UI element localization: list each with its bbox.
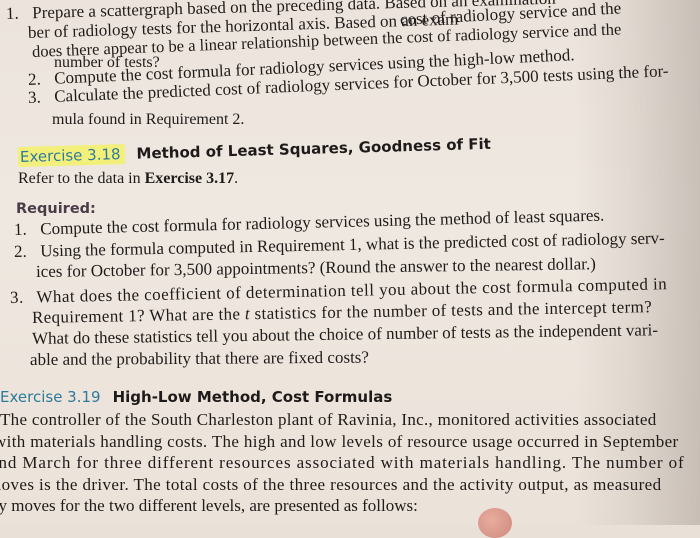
item-text: mula found in Requirement 2. <box>52 111 245 128</box>
item-number: 2. <box>13 241 27 261</box>
exercise-318-intro: Refer to the data in Exercise 3.17. <box>18 169 238 188</box>
exercise-title: High-Low Method, Cost Formulas <box>112 388 393 406</box>
required-label: Required: <box>16 201 96 217</box>
item-text: Requirement 1? What are the <box>31 304 246 327</box>
item-number: 1. <box>13 219 27 239</box>
exercise-number: Exercise 3.18 <box>17 144 125 167</box>
exercise-318-heading: Exercise 3.18 Method of Least Squares, Go… <box>17 134 492 167</box>
textbook-page: 1. Prepare a scattergraph based on the p… <box>0 0 700 538</box>
item-number: 2. <box>27 69 42 89</box>
prev-item-3-line-2: mula found in Requirement 2. <box>52 110 244 129</box>
item-text: statistics for the number of tests and t… <box>249 297 653 324</box>
item-number: 3. <box>9 287 24 307</box>
exercise-number: Exercise 3.19 <box>0 388 101 406</box>
intro-reference: Exercise 3.17 <box>144 170 235 187</box>
ex319-line-5: by moves for the two different levels, a… <box>0 496 418 515</box>
item-number: 1. <box>5 3 20 23</box>
exercise-title: Method of Least Squares, Goodness of Fit <box>136 134 492 163</box>
item-number: 3. <box>27 87 42 107</box>
intro-punct: . <box>234 170 239 187</box>
fingertip <box>478 508 512 538</box>
ex319-line-2: with materials handling costs. The high … <box>0 432 679 451</box>
ex319-line-4: moves is the driver. The total costs of … <box>0 475 662 494</box>
exercise-319-heading: Exercise 3.19 High-Low Method, Cost Formu… <box>0 388 392 407</box>
ex319-line-3: and March for three different resources … <box>0 453 685 472</box>
ex318-item-3-line-4: able and the probability that there are … <box>30 348 369 369</box>
ex319-line-1: The controller of the South Charleston p… <box>0 410 657 429</box>
intro-text: Refer to the data in <box>18 170 145 187</box>
item-text: able and the probability that there are … <box>29 347 369 369</box>
